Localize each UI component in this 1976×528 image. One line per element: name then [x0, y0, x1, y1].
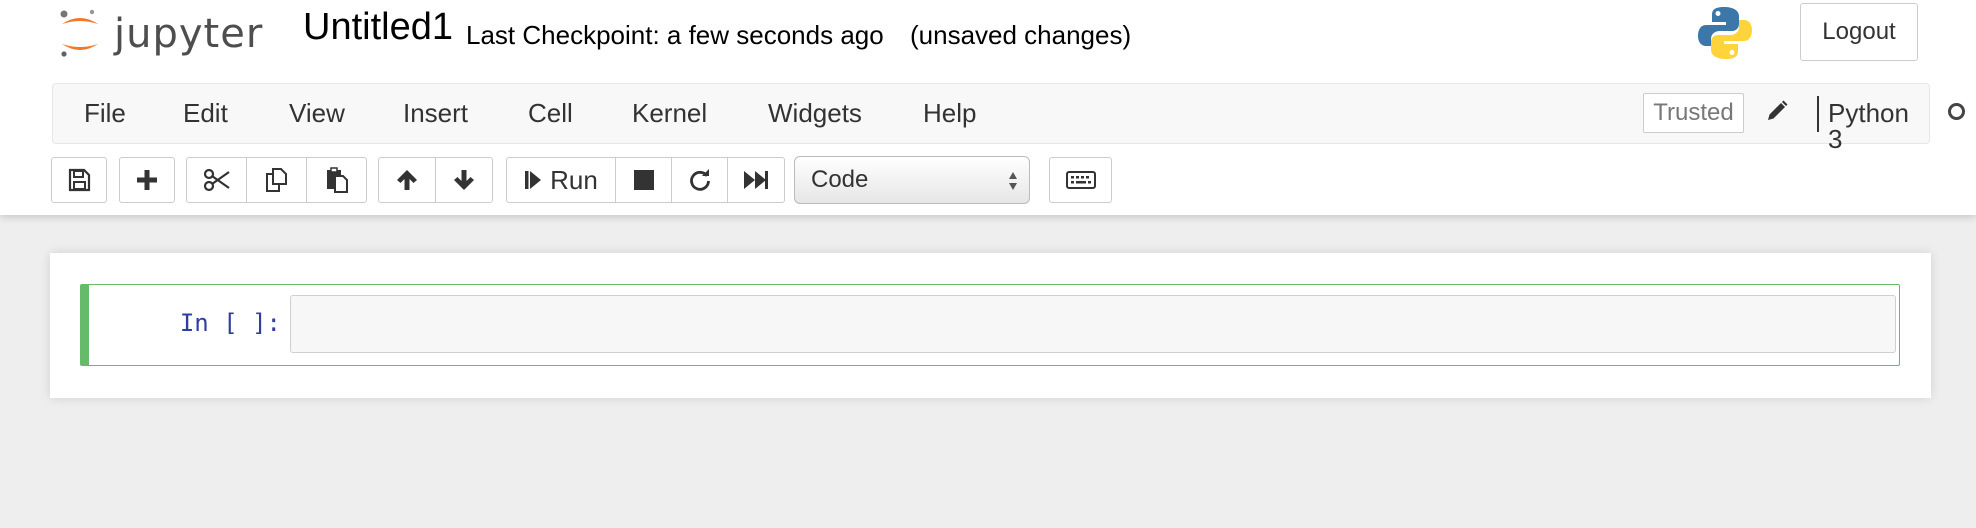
notebook-container: In [ ]:: [50, 253, 1931, 398]
autosave-status: (unsaved changes): [910, 20, 1132, 50]
restart-run-all-button[interactable]: [727, 157, 785, 203]
menu-widgets[interactable]: Widgets: [768, 100, 862, 126]
copy-button[interactable]: [246, 157, 307, 203]
move-down-button[interactable]: [435, 157, 493, 203]
plus-icon: [137, 170, 157, 190]
run-label: Run: [550, 164, 598, 195]
run-button[interactable]: Run: [506, 157, 616, 203]
code-input-area[interactable]: [290, 295, 1896, 353]
header: jupyter Untitled1 Last Checkpoint: a few…: [0, 0, 1976, 215]
command-palette-button[interactable]: [1049, 157, 1112, 203]
menu-edit[interactable]: Edit: [183, 100, 228, 126]
command-palette-group: [1049, 157, 1112, 203]
menubar: File Edit View Insert Cell Kernel Widget…: [52, 83, 1965, 152]
interrupt-button[interactable]: [615, 157, 672, 203]
menu-insert[interactable]: Insert: [403, 100, 468, 126]
insert-cell-button[interactable]: [119, 157, 175, 203]
move-group: [378, 157, 493, 203]
pencil-icon[interactable]: [1765, 99, 1789, 128]
scissors-icon: [203, 168, 230, 192]
input-prompt: In [ ]:: [179, 309, 281, 337]
copy-icon: [265, 168, 287, 192]
menu-help[interactable]: Help: [923, 100, 976, 126]
save-group: [51, 157, 107, 203]
cell-type-select[interactable]: Code: [794, 156, 1030, 204]
floppy-disk-icon: [68, 168, 91, 192]
arrow-up-icon: [397, 170, 417, 190]
kernel-name[interactable]: Python 3: [1828, 100, 1929, 152]
fast-forward-icon: [744, 171, 768, 189]
cell-type-value: Code: [811, 166, 869, 193]
trusted-indicator[interactable]: Trusted: [1643, 93, 1744, 133]
cut-button[interactable]: [186, 157, 247, 203]
paste-icon: [326, 167, 348, 193]
jupyter-logo[interactable]: jupyter: [58, 6, 263, 62]
jupyter-logo-icon: [60, 9, 98, 57]
kernel-idle-icon: [1948, 103, 1965, 120]
notebook-title[interactable]: Untitled1: [303, 8, 453, 46]
refresh-icon: [689, 169, 710, 191]
restart-button[interactable]: [671, 157, 728, 203]
menu-file[interactable]: File: [84, 100, 126, 126]
keyboard-icon: [1065, 171, 1096, 189]
insert-group: [119, 157, 175, 203]
kernel-separator: [1817, 96, 1819, 132]
python-logo-icon: [1696, 4, 1754, 67]
step-forward-icon: [525, 171, 542, 189]
menu-kernel[interactable]: Kernel: [632, 100, 707, 126]
menu-view[interactable]: View: [289, 100, 345, 126]
checkpoint-status: Last Checkpoint: a few seconds ago: [466, 20, 884, 50]
run-group: Run: [506, 157, 785, 203]
menu-cell[interactable]: Cell: [528, 100, 573, 126]
clipboard-group: [186, 157, 367, 203]
arrow-down-icon: [454, 170, 474, 190]
save-button[interactable]: [51, 157, 107, 203]
logout-button[interactable]: Logout: [1800, 3, 1918, 61]
logo-text: jupyter: [114, 11, 264, 57]
code-cell[interactable]: In [ ]:: [80, 284, 1900, 366]
paste-button[interactable]: [306, 157, 367, 203]
move-up-button[interactable]: [378, 157, 436, 203]
stop-icon: [633, 170, 654, 190]
select-arrows-icon: [1009, 172, 1017, 190]
